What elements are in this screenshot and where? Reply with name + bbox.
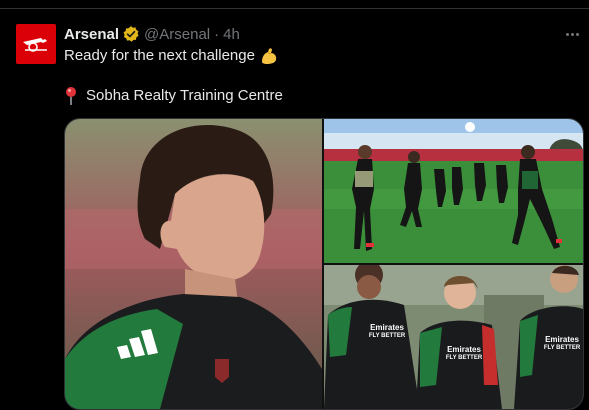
verified-badge-icon[interactable] <box>122 25 140 43</box>
photo-player-portrait[interactable] <box>65 119 322 409</box>
avatar[interactable] <box>16 24 56 64</box>
author-name[interactable]: Arsenal <box>64 26 119 43</box>
flexed-biceps-icon <box>259 46 279 66</box>
tweet-header: Arsenal @Arsenal · 4h <box>64 24 240 44</box>
sponsor-line1: Emirates <box>447 345 481 354</box>
kit-sponsor-left: Emirates FLY BETTER <box>362 323 412 341</box>
photo-players-training-kit[interactable]: Emirates FLY BETTER Emirates FLY BETTER … <box>324 265 583 409</box>
sponsor-line2: FLY BETTER <box>543 345 581 351</box>
tweet-text: Ready for the next challenge <box>64 47 255 64</box>
sponsor-line1: Emirates <box>545 335 579 344</box>
author-handle[interactable]: @Arsenal <box>144 26 210 43</box>
location-text: Sobha Realty Training Centre <box>86 87 283 104</box>
location-line: Sobha Realty Training Centre <box>64 86 283 106</box>
cannon-logo-icon <box>23 38 47 52</box>
sponsor-line2: FLY BETTER <box>445 355 483 361</box>
header-separator: · <box>214 25 220 43</box>
kit-sponsor-right: Emirates FLY BETTER <box>540 335 583 353</box>
kit-sponsor-middle: Emirates FLY BETTER <box>440 345 488 363</box>
sponsor-line1: Emirates <box>370 323 404 332</box>
tweet-text-line: Ready for the next challenge <box>64 46 279 66</box>
pushpin-icon <box>64 86 78 106</box>
media-grid: Emirates FLY BETTER Emirates FLY BETTER … <box>64 118 584 410</box>
photo-team-training[interactable] <box>324 119 583 263</box>
sponsor-line2: FLY BETTER <box>368 333 406 339</box>
timestamp[interactable]: 4h <box>223 26 240 43</box>
more-options-icon[interactable] <box>562 26 582 42</box>
top-divider <box>0 8 589 9</box>
